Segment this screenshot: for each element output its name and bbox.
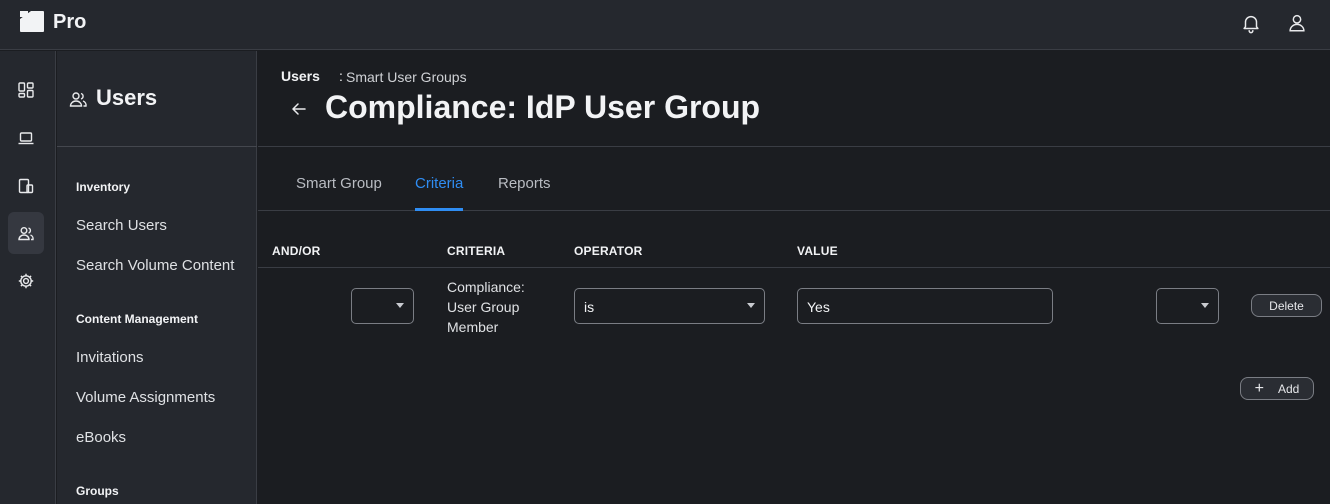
sidebar-item-volume-assignments[interactable]: Volume Assignments — [76, 389, 215, 406]
rail-devices-button[interactable] — [8, 117, 44, 159]
column-header-and-or: AND/OR — [272, 244, 321, 258]
sidebar-item-invitations[interactable]: Invitations — [76, 349, 144, 366]
delete-button[interactable]: Delete — [1251, 294, 1322, 317]
users-icon — [68, 89, 88, 109]
plus-icon: + — [1254, 379, 1264, 397]
value-field[interactable]: Yes — [797, 288, 1053, 324]
and-or-select[interactable] — [351, 288, 414, 324]
sidebar-header: Users — [57, 51, 257, 147]
back-arrow-icon[interactable] — [289, 99, 309, 119]
dashboard-icon — [18, 82, 34, 98]
chevron-down-icon — [1201, 303, 1209, 308]
gear-icon — [18, 273, 34, 289]
column-header-criteria: CRITERIA — [447, 244, 506, 258]
parenthesis-select[interactable] — [1156, 288, 1219, 324]
table-header-divider — [258, 267, 1330, 268]
criteria-cell: Compliance: User Group Member — [447, 279, 525, 335]
sidebar-section-groups: Groups — [76, 484, 119, 498]
column-header-operator: OPERATOR — [574, 244, 643, 258]
rail-users-button[interactable] — [8, 212, 44, 254]
sidebar-item-search-users[interactable]: Search Users — [76, 217, 167, 234]
delete-button-label: Delete — [1269, 298, 1304, 313]
column-header-value: VALUE — [797, 244, 838, 258]
app-brand: Pro — [53, 11, 87, 33]
sidebar-item-ebooks[interactable]: eBooks — [76, 429, 126, 446]
tab-smart-group[interactable]: Smart Group — [296, 175, 382, 192]
rail-dashboard-button[interactable] — [8, 69, 44, 111]
user-icon[interactable] — [1286, 12, 1308, 34]
tab-reports[interactable]: Reports — [498, 175, 551, 192]
add-criteria-button[interactable]: + Add — [1240, 377, 1314, 400]
chevron-down-icon — [747, 303, 755, 308]
icon-rail — [0, 51, 56, 504]
sidebar-item-search-volume-content[interactable]: Search Volume Content — [76, 257, 234, 274]
sidebar-title: Users — [96, 85, 158, 110]
page-header: Users : Smart User Groups Compliance: Id… — [258, 51, 1330, 147]
rail-settings-button[interactable] — [8, 260, 44, 302]
tab-bar: Smart Group Criteria Reports — [258, 147, 1330, 211]
add-button-label: Add — [1277, 381, 1300, 396]
users-icon — [18, 227, 34, 241]
sidebar-section-content-management: Content Management — [76, 312, 199, 326]
laptop-icon — [18, 132, 34, 145]
sidebar-section-inventory: Inventory — [76, 180, 131, 194]
breadcrumb-separator: : — [339, 68, 343, 84]
app-logo-icon — [19, 9, 45, 33]
operator-select-value: is — [584, 299, 595, 315]
page-title: Compliance: IdP User Group — [325, 89, 761, 125]
breadcrumb-leaf[interactable]: Smart User Groups — [346, 69, 467, 85]
rail-mobile-button[interactable] — [8, 165, 44, 207]
main-content: Users : Smart User Groups Compliance: Id… — [258, 51, 1330, 504]
top-bar: Pro — [0, 0, 1330, 50]
operator-select[interactable]: is — [574, 288, 765, 324]
chevron-down-icon — [396, 303, 404, 308]
tab-criteria[interactable]: Criteria — [415, 175, 463, 192]
users-sidebar: Users Inventory Search Users Search Volu… — [57, 51, 257, 504]
value-field-text: Yes — [807, 299, 830, 315]
active-tab-indicator — [415, 208, 463, 211]
bell-icon[interactable] — [1240, 12, 1262, 34]
devices-icon — [18, 178, 34, 194]
breadcrumb-root[interactable]: Users — [281, 68, 320, 84]
